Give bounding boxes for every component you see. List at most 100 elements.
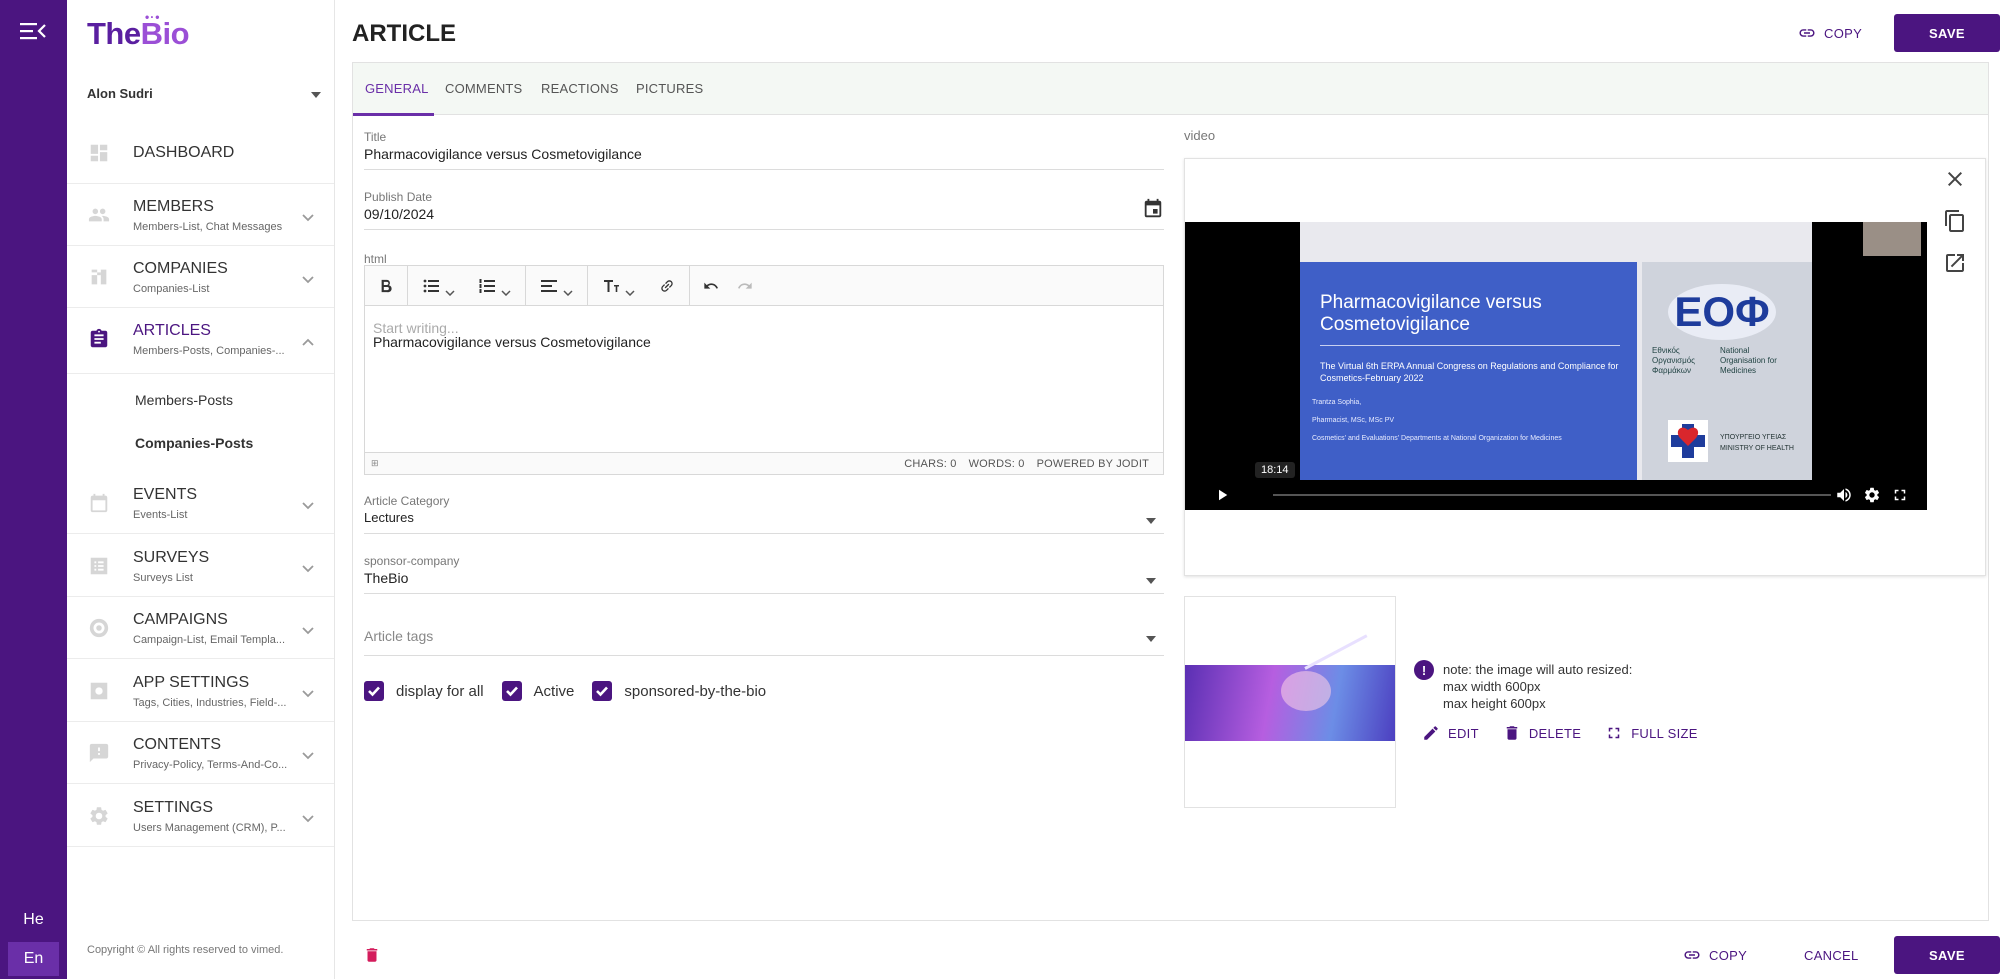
article-tags-select[interactable]: Article tags	[364, 624, 1164, 656]
bullet-list-button[interactable]	[423, 274, 455, 298]
copy-label: COPY	[1824, 25, 1863, 41]
video-progress-bar[interactable]	[1273, 494, 1831, 496]
slide-title: Pharmacovigilance versus Cosmetovigilanc…	[1320, 292, 1542, 335]
sidebar-item-sublabel: Privacy-Policy, Terms-And-Co...	[133, 759, 288, 771]
undo-button[interactable]	[703, 274, 719, 298]
calendar-icon[interactable]	[1142, 198, 1164, 220]
sidebar-item-settings[interactable]: SETTINGS Users Management (CRM), P...	[67, 785, 334, 847]
play-icon[interactable]	[1213, 486, 1231, 504]
companies-icon	[88, 266, 110, 288]
redo-icon	[738, 282, 752, 289]
edit-image-button[interactable]: EDIT	[1422, 724, 1479, 742]
toolbar-divider	[689, 266, 690, 306]
edit-label: EDIT	[1448, 725, 1479, 741]
sidebar-item-surveys[interactable]: SURVEYS Surveys List	[67, 535, 334, 597]
cancel-button[interactable]: CANCEL	[1804, 948, 1859, 963]
toolbar-divider	[407, 266, 408, 306]
publish-date-input[interactable]: 09/10/2024	[364, 206, 434, 222]
language-he[interactable]: He	[8, 903, 59, 937]
sidebar-item-sublabel: Members-List, Chat Messages	[133, 221, 283, 233]
sponsor-company-select[interactable]: sponsor-company TheBio	[364, 554, 1164, 594]
sidebar-item-contents[interactable]: CONTENTS Privacy-Policy, Terms-And-Co...	[67, 722, 334, 784]
title-input[interactable]: Pharmacovigilance versus Cosmetovigilanc…	[364, 146, 642, 162]
checkbox-label: sponsored-by-the-bio	[624, 682, 767, 700]
title-label: Title	[364, 130, 387, 144]
bold-button[interactable]	[379, 274, 393, 298]
tab-pictures[interactable]: PICTURES	[636, 81, 703, 96]
redo-button[interactable]	[737, 274, 753, 298]
note-line: max height 600px	[1443, 696, 1546, 711]
sidebar-item-sublabel: Companies-List	[133, 283, 210, 295]
sidebar-item-events[interactable]: EVENTS Events-List	[67, 472, 334, 534]
sidebar-item-dashboard[interactable]: DASHBOARD	[67, 122, 334, 184]
active-checkbox[interactable]: Active	[501, 681, 574, 701]
list-icon	[88, 555, 110, 577]
ministry-greek: ΥΠΟΥΡΓΕΙΟ ΥΓΕΙΑΣ	[1720, 434, 1787, 441]
volume-icon[interactable]	[1835, 486, 1853, 504]
tab-bar: GENERAL COMMENTS REACTIONS PICTURES	[353, 63, 1988, 116]
fullscreen-icon[interactable]	[1891, 486, 1909, 504]
delete-label: DELETE	[1528, 725, 1582, 741]
tab-general[interactable]: GENERAL	[365, 81, 429, 96]
delete-image-button[interactable]: DELETE	[1503, 724, 1581, 742]
sidebar-item-sublabel: Tags, Cities, Industries, Field-...	[133, 697, 287, 709]
link-icon	[1684, 951, 1700, 959]
save-button-bottom[interactable]: SAVE	[1894, 936, 2000, 974]
article-image[interactable]	[1184, 596, 1396, 808]
chevron-down-icon	[563, 283, 573, 297]
language-en[interactable]: En	[8, 942, 59, 976]
article-category-select[interactable]: Article Category Lectures	[364, 494, 1164, 534]
tab-comments[interactable]: COMMENTS	[445, 81, 522, 96]
fullscreen-icon	[1608, 727, 1620, 739]
sidebar-item-sublabel: Members-Posts, Companies-...	[133, 345, 285, 357]
full-size-button[interactable]: FULL SIZE	[1605, 724, 1698, 742]
link-button[interactable]	[659, 274, 675, 298]
tags-placeholder: Article tags	[364, 628, 434, 644]
delete-article-icon[interactable]	[363, 945, 381, 965]
image-actions: EDIT DELETE FULL SIZE	[1422, 724, 1698, 742]
publish-date-field[interactable]: Publish Date 09/10/2024	[364, 190, 1164, 230]
editor-statusbar: ⊞ CHARS: 0 WORDS: 0 POWERED BY JODIT	[365, 452, 1163, 474]
open-external-icon[interactable]	[1943, 251, 1967, 275]
numbered-list-button[interactable]	[479, 274, 511, 298]
display-for-all-checkbox[interactable]: display for all	[364, 681, 484, 701]
checkbox-checked-icon	[501, 681, 522, 701]
user-menu[interactable]: Alon Sudri	[87, 86, 321, 106]
sidebar-item-campaigns[interactable]: CAMPAIGNS Campaign-List, Email Templa...	[67, 597, 334, 659]
copy-icon[interactable]	[1943, 209, 1967, 233]
source-icon[interactable]: ⊞	[371, 458, 379, 469]
title-field[interactable]: Title Pharmacovigilance versus Cosmetovi…	[364, 130, 1164, 170]
sponsored-checkbox[interactable]: sponsored-by-the-bio	[592, 681, 766, 701]
sidebar-item-app-settings[interactable]: APP SETTINGS Tags, Cities, Industries, F…	[67, 660, 334, 722]
sidebar-item-members[interactable]: MEMBERS Members-List, Chat Messages	[67, 184, 334, 246]
tab-reactions[interactable]: REACTIONS	[541, 81, 619, 96]
html-editor[interactable]: Start writing... Pharmacovigilance versu…	[364, 265, 1164, 475]
copy-link-button[interactable]: COPY	[1798, 24, 1862, 42]
collapse-menu-icon[interactable]	[20, 20, 46, 42]
sidebar: TheBio •·• Alon Sudri DASHBOARD MEMBERS …	[67, 0, 335, 979]
sidebar-subitem-companies-posts[interactable]: Companies-Posts	[135, 435, 253, 451]
sidebar-item-articles[interactable]: ARTICLES Members-Posts, Companies-...	[67, 308, 334, 374]
video-label: video	[1184, 128, 1216, 143]
sidebar-item-label: SURVEYS	[133, 549, 210, 566]
numbered-list-icon	[479, 279, 495, 293]
sidebar-subitem-members-posts[interactable]: Members-Posts	[135, 392, 233, 408]
close-icon[interactable]	[1943, 167, 1967, 191]
align-button[interactable]	[541, 274, 573, 298]
image-photo	[1185, 634, 1395, 741]
video-player[interactable]: Pharmacovigilance versus Cosmetovigilanc…	[1185, 222, 1927, 510]
save-button-top[interactable]: SAVE	[1894, 14, 2000, 52]
sidebar-item-companies[interactable]: COMPANIES Companies-List	[67, 246, 334, 308]
align-left-icon	[541, 280, 557, 292]
copy-link-button-bottom[interactable]: COPY	[1683, 946, 1747, 964]
text-size-icon	[604, 280, 619, 292]
font-size-button[interactable]	[603, 274, 635, 298]
note-line: max width 600px	[1443, 679, 1541, 694]
editor-content[interactable]: Pharmacovigilance versus Cosmetovigilanc…	[373, 334, 651, 350]
settings-gear-icon[interactable]	[1863, 486, 1881, 504]
image-note: note: the image will auto resized: max w…	[1443, 661, 1632, 712]
chevron-down-icon	[302, 747, 314, 760]
chevron-down-icon	[302, 560, 314, 573]
video-time: 18:14	[1255, 462, 1295, 478]
link-icon	[661, 280, 673, 292]
